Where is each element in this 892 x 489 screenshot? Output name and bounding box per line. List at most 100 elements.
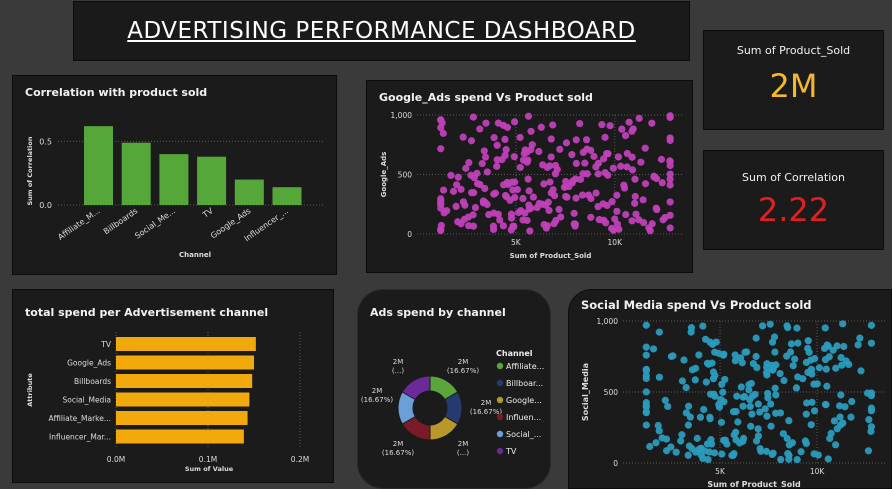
- google-point: [572, 159, 580, 168]
- social-scatter-panel[interactable]: Social Media spend Vs Product sold 0 500 1…: [568, 289, 892, 489]
- social-point: [718, 450, 726, 458]
- card-correlation[interactable]: Sum of Correlation 2.22: [703, 150, 884, 250]
- header-panel: ADVERTISING PERFORMANCE DASHBOARD: [73, 1, 690, 61]
- google-point: [601, 133, 609, 141]
- google-point: [537, 123, 545, 131]
- google-point: [465, 159, 473, 167]
- social-point: [642, 366, 650, 375]
- correlation-bar-chart[interactable]: 0.0 0.5 Affiliate_M... BillboardsSocial_Me.…: [13, 76, 336, 274]
- google-point: [614, 153, 623, 161]
- ads-spend-donut-chart[interactable]: 2M(16.67%)2M(16.67%)2M(...)2M(16.67%)2M(…: [358, 290, 550, 488]
- google-point: [437, 195, 445, 203]
- google-point: [635, 114, 643, 122]
- google-scatter-panel[interactable]: Google_Ads spend Vs Product sold 0 500 1,0…: [366, 80, 693, 273]
- social-point: [758, 322, 767, 330]
- donut-legend-title: Channel: [496, 349, 533, 358]
- google-point: [609, 164, 617, 172]
- google-point: [526, 227, 534, 235]
- donut-value-label: 2M: [372, 387, 383, 395]
- social-point: [777, 455, 785, 464]
- social-xtick: 10K: [810, 467, 826, 476]
- google-point: [587, 146, 595, 154]
- social-point: [803, 399, 811, 407]
- social-point: [721, 436, 729, 444]
- correlation-chart-panel[interactable]: Correlation with product sold 0.0 0.5 Affi…: [12, 75, 337, 275]
- social-point: [824, 455, 832, 463]
- google-point: [623, 163, 631, 171]
- social-point: [704, 360, 713, 368]
- google-point: [581, 159, 589, 167]
- google-point: [529, 193, 538, 201]
- social-point: [832, 441, 840, 449]
- donut-legend-swatch: [496, 430, 504, 438]
- social-point: [792, 384, 801, 392]
- social-point: [642, 343, 650, 351]
- social-point: [867, 339, 876, 347]
- social-point: [672, 448, 680, 456]
- social-point: [693, 434, 701, 442]
- google-point: [519, 194, 527, 203]
- spend-chart-panel[interactable]: total spend per Advertisement channel 0.…: [12, 289, 334, 483]
- google-point: [570, 220, 578, 228]
- google-point: [635, 216, 643, 224]
- google-point: [547, 153, 555, 161]
- social-point: [730, 449, 738, 458]
- social-media-scatter-chart[interactable]: 0 500 1,000 5K 10K Sum of Product_Sold Social_…: [569, 290, 891, 488]
- social-point: [840, 342, 848, 351]
- google-point: [482, 119, 490, 127]
- donut-legend-label: Affiliate...: [506, 362, 544, 371]
- social-point: [822, 365, 830, 373]
- social-point: [754, 432, 763, 440]
- donut-chart-panel[interactable]: Ads spend by channel 2M (16.67%) 2M (16.67%…: [357, 289, 551, 489]
- spend-bar-chart[interactable]: 0.0M 0.1M 0.2M TV Google_Ads Billboards Social…: [13, 290, 333, 482]
- social-point: [785, 451, 793, 459]
- corr-bar: [197, 156, 227, 205]
- google-xtick: 5K: [511, 238, 522, 247]
- google-point: [540, 220, 548, 229]
- social-point: [662, 447, 671, 455]
- social-ylabel: Social_Media: [581, 363, 590, 421]
- social-point: [739, 402, 747, 410]
- google-point: [481, 198, 489, 207]
- social-point: [680, 356, 688, 364]
- social-point: [802, 410, 810, 418]
- google-point: [555, 205, 563, 214]
- social-point: [652, 439, 660, 447]
- social-point: [791, 355, 799, 363]
- google-point: [469, 113, 477, 121]
- google-point: [549, 121, 557, 129]
- social-point: [814, 451, 822, 459]
- google-ads-scatter-chart[interactable]: 05001,0005K 10KSum of Product_SoldGoogle_…: [367, 81, 692, 272]
- social-point: [797, 448, 805, 456]
- google-point: [437, 225, 445, 233]
- social-point: [825, 353, 833, 361]
- social-point: [655, 373, 664, 381]
- donut-legend-label: TV: [505, 447, 517, 456]
- social-point: [839, 320, 847, 328]
- social-point: [802, 358, 810, 367]
- donut-value-label: 2M: [393, 440, 404, 448]
- social-point: [649, 345, 658, 353]
- google-point: [452, 202, 460, 210]
- google-point: [511, 193, 519, 202]
- donut-pct-label: (16.67%): [361, 396, 393, 404]
- google-point: [611, 215, 619, 223]
- social-point: [646, 442, 654, 451]
- social-point: [684, 451, 692, 459]
- card-correlation-label: Sum of Correlation: [742, 171, 845, 184]
- social-point: [768, 338, 777, 346]
- corr-xlabel: Channel: [179, 251, 211, 259]
- donut-pct-label: (16.67%): [447, 367, 479, 375]
- social-point: [841, 403, 849, 411]
- google-point: [523, 148, 531, 156]
- google-point: [617, 162, 625, 170]
- google-point: [459, 133, 467, 141]
- social-point: [848, 397, 856, 406]
- google-point: [608, 224, 616, 232]
- google-point: [478, 159, 486, 168]
- social-point: [801, 437, 809, 445]
- social-point: [804, 368, 812, 376]
- google-point: [513, 185, 521, 194]
- donut-value-label: 2M: [481, 399, 492, 407]
- card-product-sold[interactable]: Sum of Product_Sold 2M: [703, 30, 884, 130]
